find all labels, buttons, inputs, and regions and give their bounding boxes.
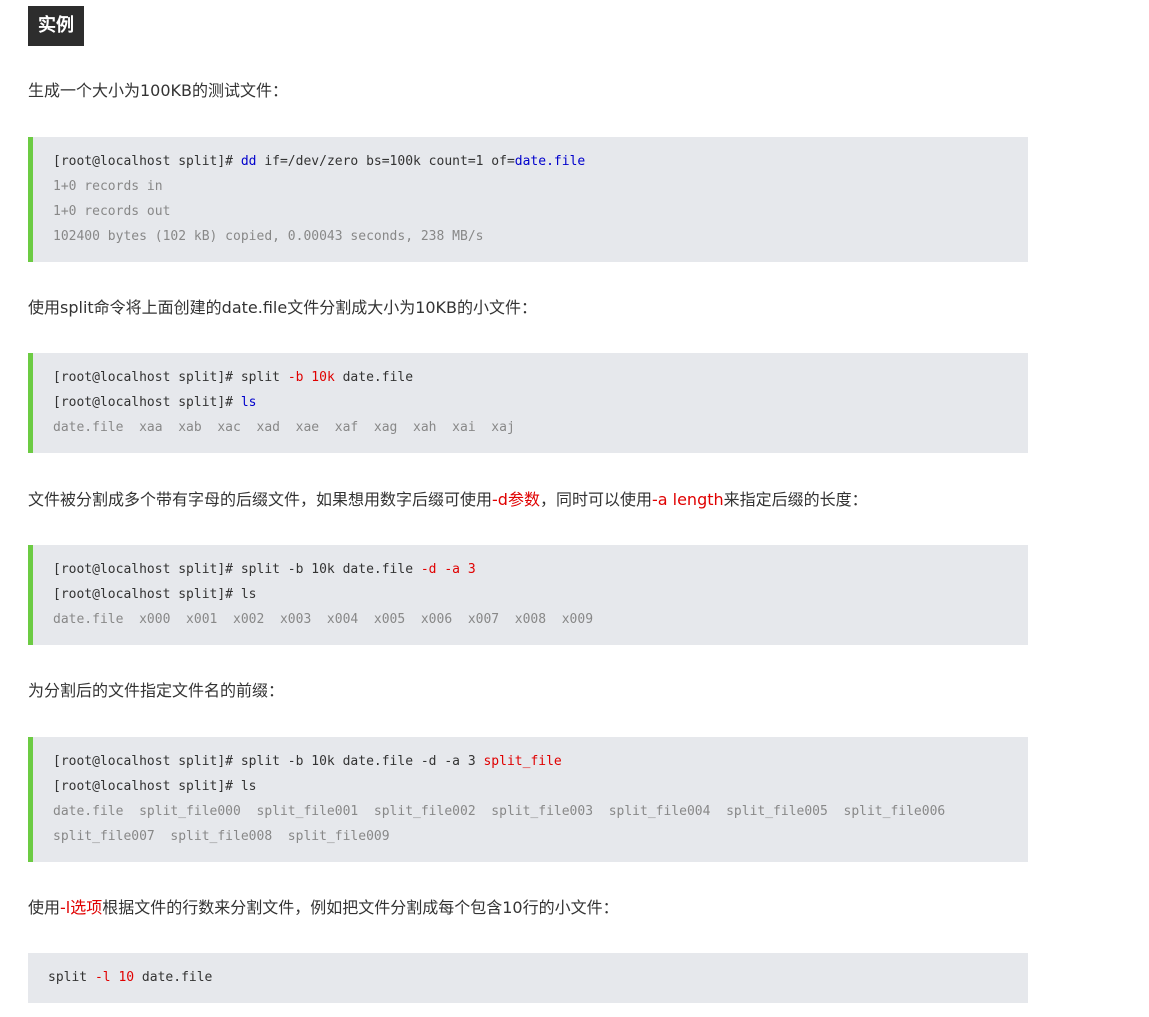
- paragraph-split-by-size: 使用split命令将上面创建的date.file文件分割成大小为10KB的小文件…: [28, 298, 538, 317]
- code-line: [root@localhost split]# split -b 10k dat…: [53, 365, 1012, 390]
- shell-prompt: [root@localhost split]#: [53, 562, 241, 577]
- highlighted-option: -d参数: [492, 490, 540, 509]
- command-text: date.file: [334, 370, 414, 385]
- section-heading: 实例: [28, 6, 84, 46]
- command-option: split_file: [483, 754, 562, 769]
- code-output-line: date.file xaa xab xac xad xae xaf xag xa…: [53, 420, 515, 435]
- command-text: ls: [240, 779, 257, 794]
- command-text: date.file: [134, 970, 213, 985]
- code-line: [root@localhost split]# ls: [53, 582, 1012, 607]
- shell-prompt: [root@localhost split]#: [53, 370, 241, 385]
- code-output-line: split_file007 split_file008 split_file00…: [53, 829, 390, 844]
- code-line: [root@localhost split]# split -b 10k dat…: [53, 557, 1012, 582]
- command-text: split -b 10k date.file: [240, 562, 421, 577]
- command-text: split: [240, 370, 288, 385]
- command-option: -d -a 3: [420, 562, 476, 577]
- paragraph-text: 来指定后缀的长度：: [723, 490, 868, 509]
- code-block-dd: [root@localhost split]# dd if=/dev/zero …: [28, 137, 1028, 262]
- shell-prompt: [root@localhost split]#: [53, 779, 241, 794]
- command-keyword: dd: [240, 154, 257, 169]
- code-output-line: 102400 bytes (102 kB) copied, 0.00043 se…: [53, 229, 484, 244]
- code-output-line: date.file x000 x001 x002 x003 x004 x005 …: [53, 612, 594, 627]
- code-output-line: 1+0 records in: [53, 179, 163, 194]
- highlighted-option: -a length: [651, 490, 724, 509]
- paragraph-prefix: 为分割后的文件指定文件名的前缀：: [28, 681, 285, 700]
- paragraph-text: 根据文件的行数来分割文件，例如把文件分割成每个包含10行的小文件：: [102, 898, 619, 917]
- code-block-split-prefix: [root@localhost split]# split -b 10k dat…: [28, 737, 1028, 862]
- code-block-split-d: [root@localhost split]# split -b 10k dat…: [28, 545, 1028, 645]
- shell-prompt: [root@localhost split]#: [53, 754, 241, 769]
- highlighted-option: -l选项: [60, 898, 103, 917]
- paragraph-create-test-file: 生成一个大小为100KB的测试文件：: [28, 81, 289, 100]
- paragraph-text: 文件被分割成多个带有字母的后缀文件，如果想用数字后缀可使用: [28, 490, 493, 509]
- code-block-split-l: split -l 10 date.file: [28, 953, 1028, 1003]
- command-text: split -b 10k date.file -d -a 3: [240, 754, 484, 769]
- code-line: [root@localhost split]# dd if=/dev/zero …: [53, 149, 1012, 174]
- command-option: -b 10k: [287, 370, 335, 385]
- paragraph-text: 使用: [28, 898, 61, 917]
- paragraph-text: ，同时可以使用: [539, 490, 652, 509]
- shell-prompt: [root@localhost split]#: [53, 154, 241, 169]
- code-line: split -l 10 date.file: [48, 965, 1012, 990]
- command-args: if=/dev/zero bs=100k count=1 of=: [256, 154, 515, 169]
- code-block-split-b: [root@localhost split]# split -b 10k dat…: [28, 353, 1028, 453]
- shell-prompt: [root@localhost split]#: [53, 587, 241, 602]
- shell-prompt: [root@localhost split]#: [53, 395, 241, 410]
- code-line: [root@localhost split]# split -b 10k dat…: [53, 749, 1012, 774]
- paragraph-split-by-lines: 使用-l选项根据文件的行数来分割文件，例如把文件分割成每个包含10行的小文件：: [28, 897, 619, 919]
- command-text: split: [48, 970, 95, 985]
- code-output-line: date.file split_file000 split_file001 sp…: [53, 804, 946, 819]
- code-line: [root@localhost split]# ls: [53, 774, 1012, 799]
- command-text: ls: [240, 587, 257, 602]
- code-output-line: 1+0 records out: [53, 204, 171, 219]
- paragraph-numeric-suffix: 文件被分割成多个带有字母的后缀文件，如果想用数字后缀可使用-d参数，同时可以使用…: [28, 489, 868, 511]
- command-keyword: ls: [240, 395, 257, 410]
- command-filename: date.file: [514, 154, 586, 169]
- command-option: -l 10: [94, 970, 135, 985]
- code-line: [root@localhost split]# ls: [53, 390, 1012, 415]
